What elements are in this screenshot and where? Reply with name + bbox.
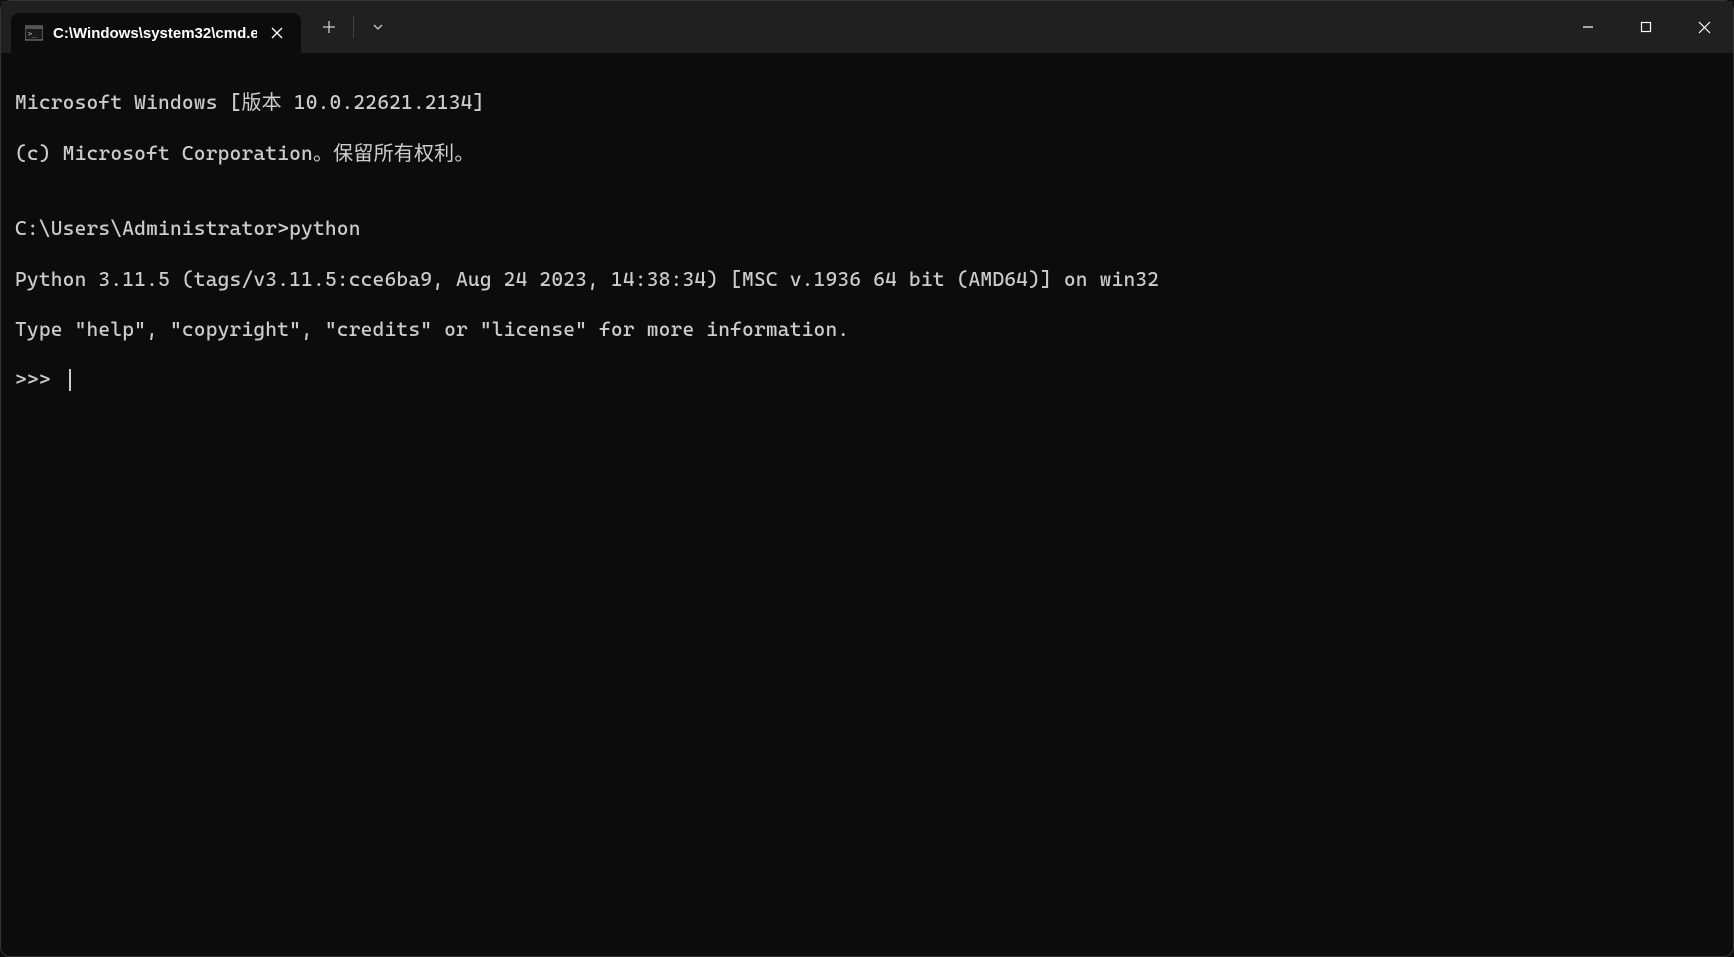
tab-close-button[interactable] bbox=[267, 23, 287, 43]
titlebar-left: >_ C:\Windows\system32\cmd.e bbox=[1, 1, 398, 53]
tab-cmd[interactable]: >_ C:\Windows\system32\cmd.e bbox=[11, 13, 301, 53]
window-controls bbox=[1559, 1, 1733, 53]
terminal-line: (c) Microsoft Corporation。保留所有权利。 bbox=[15, 141, 1719, 166]
tab-dropdown-button[interactable] bbox=[358, 7, 398, 47]
close-button[interactable] bbox=[1675, 7, 1733, 47]
tab-divider bbox=[353, 16, 354, 38]
terminal-content[interactable]: Microsoft Windows [版本 10.0.22621.2134] (… bbox=[1, 53, 1733, 430]
titlebar: >_ C:\Windows\system32\cmd.e bbox=[1, 1, 1733, 53]
terminal-line: Type "help", "copyright", "credits" or "… bbox=[15, 317, 1719, 342]
tab-actions bbox=[309, 1, 398, 53]
cursor bbox=[69, 369, 71, 391]
svg-text:>_: >_ bbox=[28, 30, 37, 38]
terminal-prompt-line: >>> bbox=[15, 367, 1719, 392]
terminal-line: Microsoft Windows [版本 10.0.22621.2134] bbox=[15, 90, 1719, 115]
terminal-line: Python 3.11.5 (tags/v3.11.5:cce6ba9, Aug… bbox=[15, 267, 1719, 292]
python-prompt: >>> bbox=[15, 367, 63, 391]
tab-title: C:\Windows\system32\cmd.e bbox=[53, 25, 257, 42]
cmd-icon: >_ bbox=[25, 24, 43, 42]
minimize-button[interactable] bbox=[1559, 7, 1617, 47]
new-tab-button[interactable] bbox=[309, 7, 349, 47]
maximize-button[interactable] bbox=[1617, 7, 1675, 47]
terminal-line: C:\Users\Administrator>python bbox=[15, 216, 1719, 241]
